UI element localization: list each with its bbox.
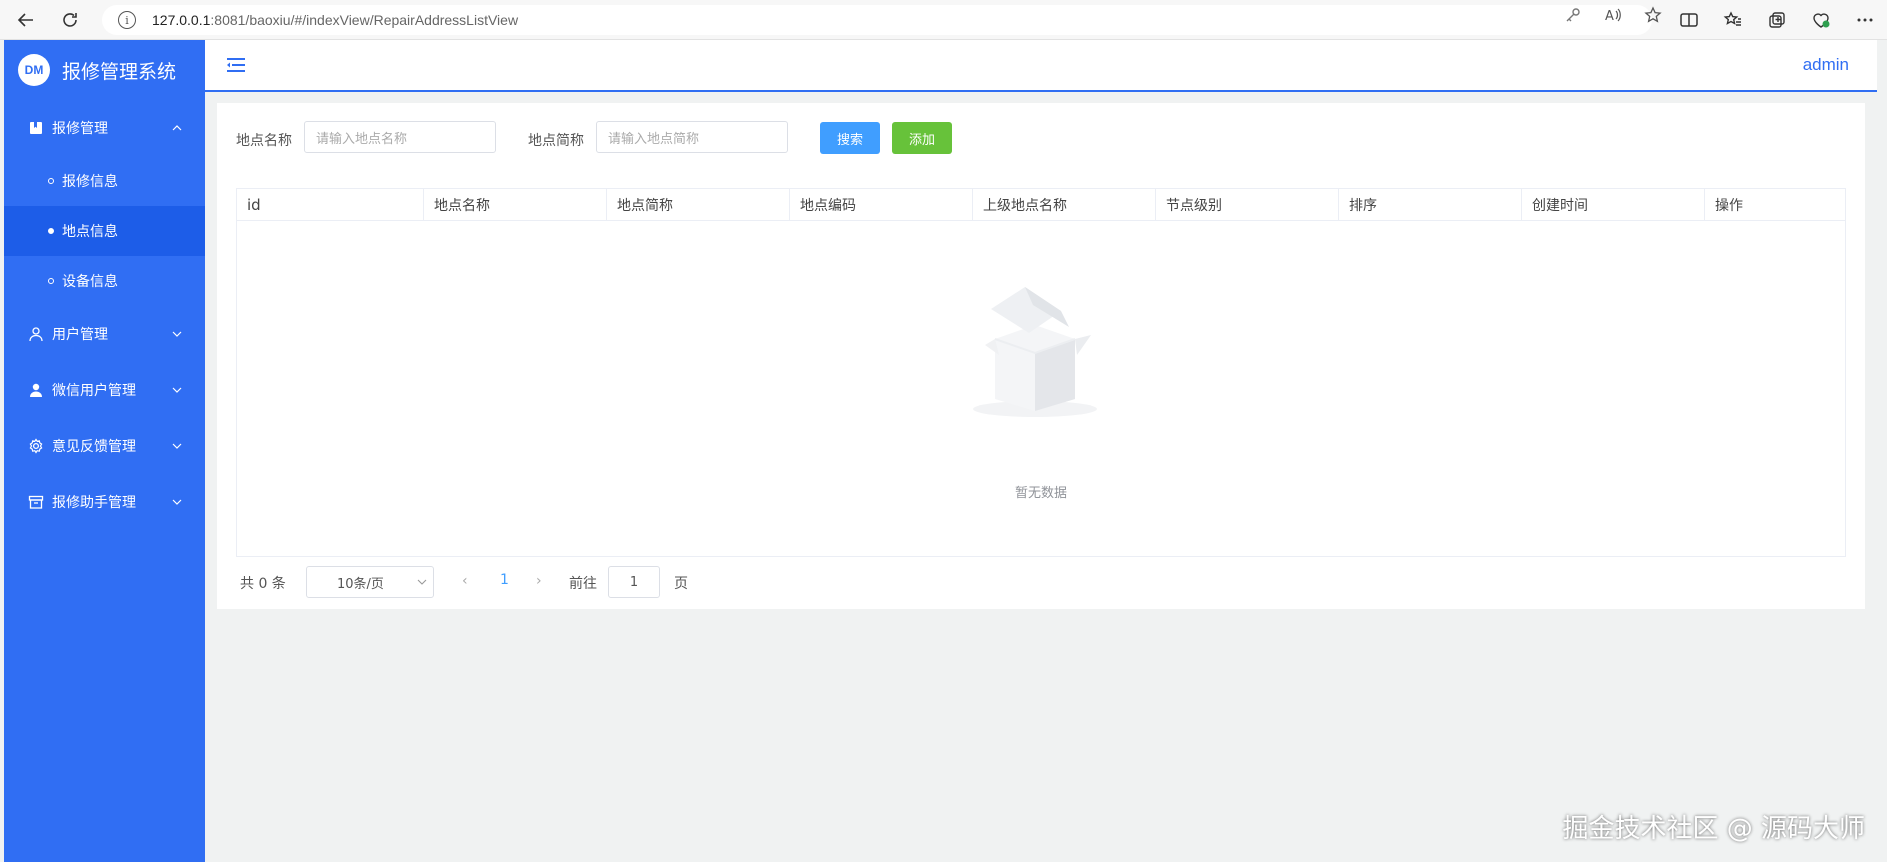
location-short-label: 地点简称: [528, 133, 584, 149]
menu-group-feedback[interactable]: 意见反馈管理: [4, 418, 205, 474]
content-card: 地点名称 请输入地点名称 地点简称 请输入地点简称 搜索 添加 id 地点名称 …: [217, 103, 1865, 609]
chevron-down-icon: [172, 387, 182, 393]
key-icon[interactable]: [1564, 6, 1582, 24]
read-aloud-icon[interactable]: A: [1604, 6, 1622, 24]
bullet-icon: [48, 178, 54, 184]
goto-page-input[interactable]: 1: [608, 566, 660, 598]
column-header-node-level[interactable]: 节点级别: [1156, 189, 1339, 220]
empty-state-text: 暂无数据: [1014, 486, 1067, 501]
prev-page-icon[interactable]: ‹: [462, 573, 468, 589]
bullet-icon: [48, 228, 54, 234]
svg-text:A: A: [1605, 9, 1614, 24]
bullet-icon: [48, 278, 54, 284]
menu-group-label: 微信用户管理: [52, 383, 136, 399]
location-short-input[interactable]: 请输入地点简称: [596, 121, 788, 153]
empty-box-icon: [973, 287, 1097, 417]
more-menu-icon[interactable]: [1855, 10, 1875, 30]
box-icon: [28, 494, 44, 510]
reload-icon[interactable]: [52, 4, 88, 36]
current-user[interactable]: admin: [1803, 55, 1849, 75]
column-header-created-time[interactable]: 创建时间: [1522, 189, 1705, 220]
location-short-placeholder: 请输入地点简称: [608, 131, 700, 147]
pagination: 共 0 条 10条/页 ‹ 1 › 前往 1 页: [236, 565, 836, 598]
column-header-code[interactable]: 地点编码: [790, 189, 973, 220]
address-bar[interactable]: i 127.0.0.1:8081/baoxiu/#/indexView/Repa…: [102, 5, 1652, 35]
column-header-parent-name[interactable]: 上级地点名称: [973, 189, 1156, 220]
browser-toolbar: i 127.0.0.1:8081/baoxiu/#/indexView/Repa…: [0, 0, 1887, 40]
gear-icon: [28, 438, 44, 454]
chevron-up-icon: [172, 125, 182, 131]
column-header-actions[interactable]: 操作: [1705, 189, 1845, 220]
site-info-icon[interactable]: i: [118, 11, 136, 29]
page-number-1[interactable]: 1: [500, 572, 509, 588]
column-header-id[interactable]: id: [237, 189, 424, 220]
add-button[interactable]: 添加: [892, 122, 952, 154]
split-screen-icon[interactable]: [1679, 10, 1699, 30]
sidebar: DM 报修管理系统 报修管理 报修信息 地点信息 设备信息 用户管理 微信用户管…: [4, 40, 205, 862]
user-outline-icon: [28, 326, 44, 342]
location-name-input[interactable]: 请输入地点名称: [304, 121, 496, 153]
total-count: 共 0 条: [240, 576, 286, 592]
next-page-icon[interactable]: ›: [536, 573, 542, 589]
logo-badge: DM: [18, 54, 50, 86]
chevron-down-icon: [172, 331, 182, 337]
column-header-short-name[interactable]: 地点简称: [607, 189, 790, 220]
table-header: id 地点名称 地点简称 地点编码 上级地点名称 节点级别 排序 创建时间 操作: [237, 189, 1845, 221]
menu-group-repair[interactable]: 报修管理: [4, 100, 205, 156]
menu-group-wechat-users[interactable]: 微信用户管理: [4, 362, 205, 418]
hamburger-menu-icon[interactable]: [227, 57, 245, 73]
top-header: admin: [205, 40, 1877, 92]
menu-group-label: 用户管理: [52, 327, 108, 343]
bookmark-book-icon: [28, 120, 44, 136]
browser-essentials-icon[interactable]: [1811, 10, 1831, 30]
user-solid-icon: [28, 382, 44, 398]
menu-group-label: 报修管理: [52, 121, 108, 137]
menu-group-assistant[interactable]: 报修助手管理: [4, 474, 205, 530]
column-header-name[interactable]: 地点名称: [424, 189, 607, 220]
watermark-text: 掘金技术社区 @ 源码大师: [1562, 814, 1865, 844]
app-title: 报修管理系统: [62, 60, 177, 83]
goto-label: 前往: [569, 576, 597, 592]
menu-group-label: 报修助手管理: [52, 495, 136, 511]
menu-group-label: 意见反馈管理: [52, 439, 136, 455]
menu-group-users[interactable]: 用户管理: [4, 306, 205, 362]
menu-item-repair-info[interactable]: 报修信息: [4, 156, 205, 206]
location-name-label: 地点名称: [236, 133, 292, 149]
chevron-down-icon: [172, 499, 182, 505]
search-button[interactable]: 搜索: [820, 122, 880, 154]
favorite-star-icon[interactable]: [1644, 6, 1662, 24]
favorites-icon[interactable]: [1723, 10, 1743, 30]
goto-suffix: 页: [674, 576, 688, 592]
back-icon[interactable]: [8, 4, 44, 36]
chevron-down-icon: [172, 443, 182, 449]
page-size-value: 10条/页: [337, 576, 384, 592]
menu-item-device-info[interactable]: 设备信息: [4, 256, 205, 306]
chevron-down-icon: [417, 579, 427, 585]
menu-item-label: 地点信息: [62, 224, 118, 240]
menu-item-location-info[interactable]: 地点信息: [4, 206, 205, 256]
location-name-placeholder: 请输入地点名称: [316, 131, 408, 147]
url-text: 127.0.0.1:8081/baoxiu/#/indexView/Repair…: [152, 12, 519, 28]
page-size-select[interactable]: 10条/页: [306, 566, 434, 598]
menu-item-label: 报修信息: [62, 174, 118, 190]
location-table: id 地点名称 地点简称 地点编码 上级地点名称 节点级别 排序 创建时间 操作…: [236, 188, 1846, 557]
goto-page-value: 1: [629, 574, 639, 590]
column-header-sort[interactable]: 排序: [1339, 189, 1522, 220]
menu-item-label: 设备信息: [62, 274, 118, 290]
collections-icon[interactable]: [1767, 10, 1787, 30]
logo: DM 报修管理系统: [4, 40, 205, 100]
